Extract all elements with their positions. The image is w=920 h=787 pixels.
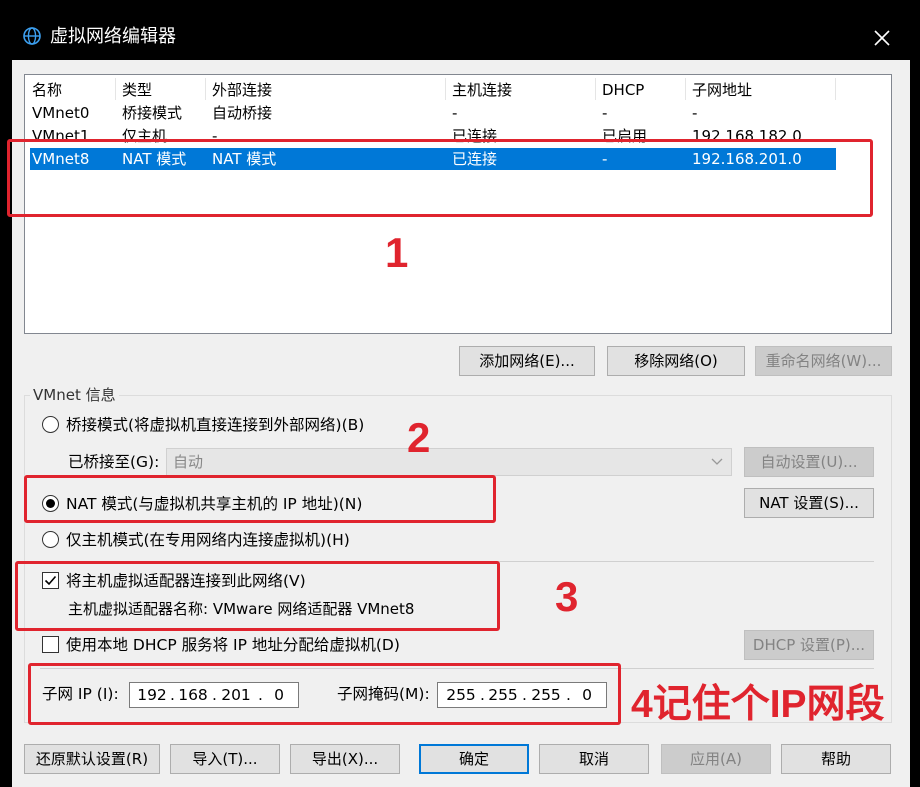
column-divider <box>835 78 836 100</box>
cell-host: - <box>452 104 458 122</box>
dhcp-settings-button[interactable]: DHCP 设置(P)... <box>744 630 874 660</box>
column-divider <box>595 78 596 100</box>
annotation-box-2 <box>24 475 496 523</box>
bridged-to-select[interactable]: 自动 <box>166 448 732 476</box>
column-divider <box>685 78 686 100</box>
rename-network-button[interactable]: 重命名网络(W)... <box>755 346 892 376</box>
bridged-mode-radio[interactable] <box>42 416 59 433</box>
annotation-label-2: 2 <box>407 414 431 461</box>
restore-defaults-button[interactable]: 还原默认设置(R) <box>24 744 160 774</box>
nat-settings-button[interactable]: NAT 设置(S)... <box>744 488 874 518</box>
annotation-label-4: 4记住个IP网段 <box>631 683 885 726</box>
dhcp-label[interactable]: 使用本地 DHCP 服务将 IP 地址分配给虚拟机(D) <box>66 634 400 656</box>
vmnet-info-label: VMnet 信息 <box>30 385 119 405</box>
cell-name: VMnet0 <box>32 104 90 122</box>
column-header-dhcp[interactable]: DHCP <box>602 79 644 101</box>
annotation-label-3: 3 <box>555 573 579 620</box>
globe-icon <box>23 27 41 45</box>
column-divider <box>445 78 446 100</box>
column-header-external[interactable]: 外部连接 <box>212 79 272 101</box>
remove-network-button[interactable]: 移除网络(O) <box>607 346 745 376</box>
export-button[interactable]: 导出(X)... <box>290 744 400 774</box>
column-header-type[interactable]: 类型 <box>122 79 152 101</box>
dhcp-checkbox[interactable] <box>42 636 59 653</box>
cancel-button[interactable]: 取消 <box>539 744 649 774</box>
annotation-box-1 <box>7 139 873 217</box>
cell-type: 桥接模式 <box>122 104 183 122</box>
host-only-mode-label[interactable]: 仅主机模式(在专用网络内连接虚拟机)(H) <box>66 529 350 551</box>
close-icon[interactable] <box>866 22 898 54</box>
bridged-to-value: 自动 <box>173 453 204 471</box>
bridged-mode-label[interactable]: 桥接模式(将虚拟机直接连接到外部网络)(B) <box>66 414 364 436</box>
auto-settings-button[interactable]: 自动设置(U)... <box>744 447 874 477</box>
column-divider <box>115 78 116 100</box>
annotation-box-4 <box>28 663 621 725</box>
column-header-subnet[interactable]: 子网地址 <box>692 79 752 101</box>
bridged-to-label: 已桥接至(G): <box>68 453 160 471</box>
cell-subnet: - <box>692 104 698 122</box>
host-only-mode-radio[interactable] <box>42 531 59 548</box>
annotation-label-1: 1 <box>385 229 409 276</box>
chevron-down-icon <box>711 458 723 465</box>
column-divider <box>205 78 206 100</box>
help-button[interactable]: 帮助 <box>781 744 891 774</box>
cell-external: 自动桥接 <box>212 104 273 122</box>
virtual-network-editor-window: 虚拟网络编辑器 名称 类型 外部连接 主机连接 DHCP 子网地址 VMnet0… <box>0 0 920 787</box>
table-row[interactable]: VMnet0 桥接模式 自动桥接 - - - <box>30 102 836 124</box>
import-button[interactable]: 导入(T)... <box>170 744 280 774</box>
ok-button[interactable]: 确定 <box>419 744 529 774</box>
add-network-button[interactable]: 添加网络(E)... <box>459 346 595 376</box>
annotation-box-3 <box>15 561 500 631</box>
column-header-name[interactable]: 名称 <box>32 79 62 101</box>
column-header-host[interactable]: 主机连接 <box>452 79 512 101</box>
apply-button[interactable]: 应用(A) <box>661 744 771 774</box>
cell-dhcp: - <box>602 104 608 122</box>
window-title: 虚拟网络编辑器 <box>50 26 176 47</box>
